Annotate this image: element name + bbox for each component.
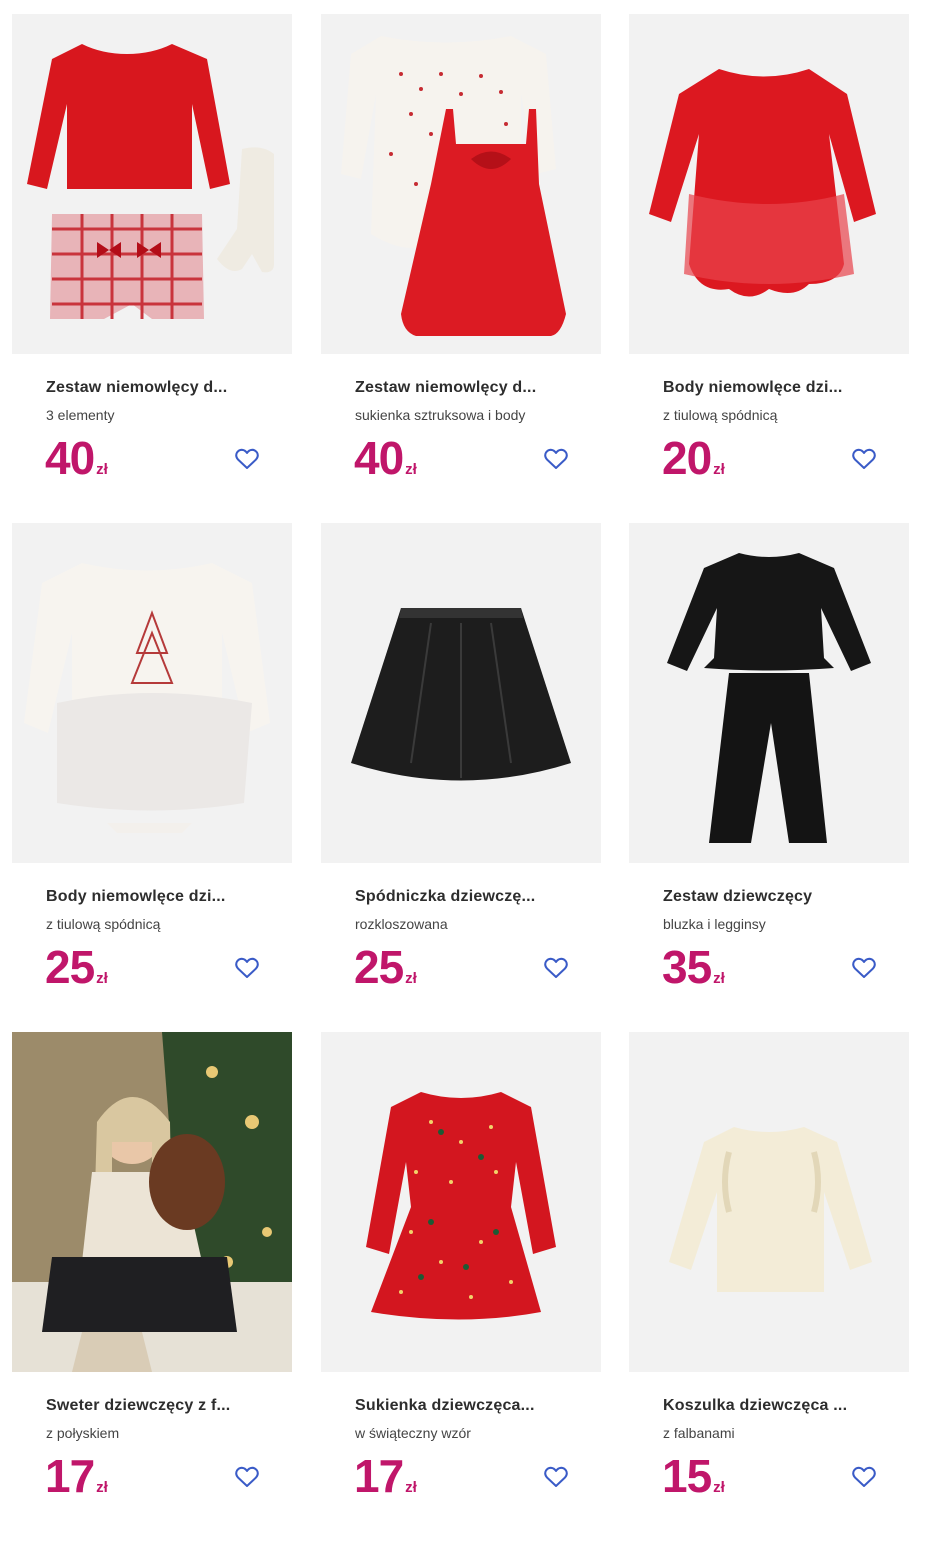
product-grid: Zestaw niemowlęcy d... 3 elementy 40 zł Z…	[0, 0, 929, 1550]
product-title[interactable]: Body niemowlęce dzi...	[663, 379, 883, 397]
product-card[interactable]: Zestaw niemowlęcy d... 3 elementy 40 zł	[12, 14, 292, 524]
heart-outline-icon	[235, 957, 259, 978]
product-subtitle: z falbanami	[663, 1425, 735, 1441]
price-currency: zł	[96, 461, 108, 478]
add-to-favorites-button[interactable]	[849, 953, 879, 983]
product-subtitle: w świąteczny wzór	[355, 1425, 471, 1441]
price-amount: 15	[662, 1450, 712, 1502]
product-card[interactable]: Spódniczka dziewczę... rozkloszowana 25 z…	[321, 523, 601, 1033]
price-currency: zł	[96, 1479, 108, 1496]
product-card[interactable]: Body niemowlęce dzi... z tiulową spódnic…	[12, 523, 292, 1033]
product-card[interactable]: Zestaw dziewczęcy bluzka i legginsy 35 zł	[629, 523, 909, 1033]
add-to-favorites-button[interactable]	[232, 953, 262, 983]
add-to-favorites-button[interactable]	[541, 953, 571, 983]
product-subtitle: 3 elementy	[46, 407, 115, 423]
product-price: 25 zł	[354, 941, 417, 993]
product-price: 40 zł	[45, 432, 108, 484]
product-card[interactable]: Sweter dziewczęcy z f... z połyskiem 17 z…	[12, 1032, 292, 1542]
product-title[interactable]: Body niemowlęce dzi...	[46, 888, 266, 906]
add-to-favorites-button[interactable]	[849, 444, 879, 474]
heart-outline-icon	[852, 957, 876, 978]
product-image[interactable]	[321, 1032, 601, 1372]
price-amount: 20	[662, 432, 712, 484]
heart-outline-icon	[852, 448, 876, 469]
price-amount: 17	[45, 1450, 95, 1502]
price-currency: zł	[405, 461, 417, 478]
product-image[interactable]	[321, 523, 601, 863]
product-title[interactable]: Sweter dziewczęcy z f...	[46, 1397, 266, 1415]
product-title[interactable]: Koszulka dziewczęca ...	[663, 1397, 883, 1415]
product-title[interactable]: Spódniczka dziewczę...	[355, 888, 575, 906]
product-image[interactable]	[629, 14, 909, 354]
price-amount: 25	[45, 941, 95, 993]
product-price: 17 zł	[354, 1450, 417, 1502]
price-amount: 35	[662, 941, 712, 993]
product-card[interactable]: Sukienka dziewczęca... w świąteczny wzór…	[321, 1032, 601, 1542]
add-to-favorites-button[interactable]	[541, 1462, 571, 1492]
product-image[interactable]	[629, 1032, 909, 1372]
product-price: 20 zł	[662, 432, 725, 484]
product-image[interactable]	[321, 14, 601, 354]
heart-outline-icon	[544, 448, 568, 469]
product-price: 40 zł	[354, 432, 417, 484]
heart-outline-icon	[235, 1466, 259, 1487]
product-subtitle: sukienka sztruksowa i body	[355, 407, 526, 423]
product-image[interactable]	[12, 14, 292, 354]
product-price: 25 zł	[45, 941, 108, 993]
product-subtitle: z połyskiem	[46, 1425, 120, 1441]
product-card[interactable]: Koszulka dziewczęca ... z falbanami 15 zł	[629, 1032, 909, 1542]
heart-outline-icon	[544, 957, 568, 978]
add-to-favorites-button[interactable]	[541, 444, 571, 474]
product-title[interactable]: Sukienka dziewczęca...	[355, 1397, 575, 1415]
add-to-favorites-button[interactable]	[232, 1462, 262, 1492]
product-title[interactable]: Zestaw niemowlęcy d...	[46, 379, 266, 397]
product-card[interactable]: Zestaw niemowlęcy d... sukienka sztrukso…	[321, 14, 601, 524]
add-to-favorites-button[interactable]	[232, 444, 262, 474]
price-currency: zł	[96, 970, 108, 987]
price-currency: zł	[405, 970, 417, 987]
heart-outline-icon	[544, 1466, 568, 1487]
price-amount: 40	[45, 432, 95, 484]
product-subtitle: z tiulową spódnicą	[46, 916, 161, 932]
price-amount: 17	[354, 1450, 404, 1502]
product-image[interactable]	[629, 523, 909, 863]
heart-outline-icon	[235, 448, 259, 469]
product-image[interactable]	[12, 523, 292, 863]
price-currency: zł	[713, 970, 725, 987]
price-currency: zł	[713, 1479, 725, 1496]
product-image[interactable]	[12, 1032, 292, 1372]
price-currency: zł	[713, 461, 725, 478]
product-price: 35 zł	[662, 941, 725, 993]
price-amount: 25	[354, 941, 404, 993]
product-title[interactable]: Zestaw niemowlęcy d...	[355, 379, 575, 397]
price-currency: zł	[405, 1479, 417, 1496]
product-title[interactable]: Zestaw dziewczęcy	[663, 888, 883, 906]
price-amount: 40	[354, 432, 404, 484]
heart-outline-icon	[852, 1466, 876, 1487]
product-subtitle: z tiulową spódnicą	[663, 407, 778, 423]
product-subtitle: bluzka i legginsy	[663, 916, 766, 932]
add-to-favorites-button[interactable]	[849, 1462, 879, 1492]
product-card[interactable]: Body niemowlęce dzi... z tiulową spódnic…	[629, 14, 909, 524]
product-subtitle: rozkloszowana	[355, 916, 448, 932]
product-price: 15 zł	[662, 1450, 725, 1502]
product-price: 17 zł	[45, 1450, 108, 1502]
